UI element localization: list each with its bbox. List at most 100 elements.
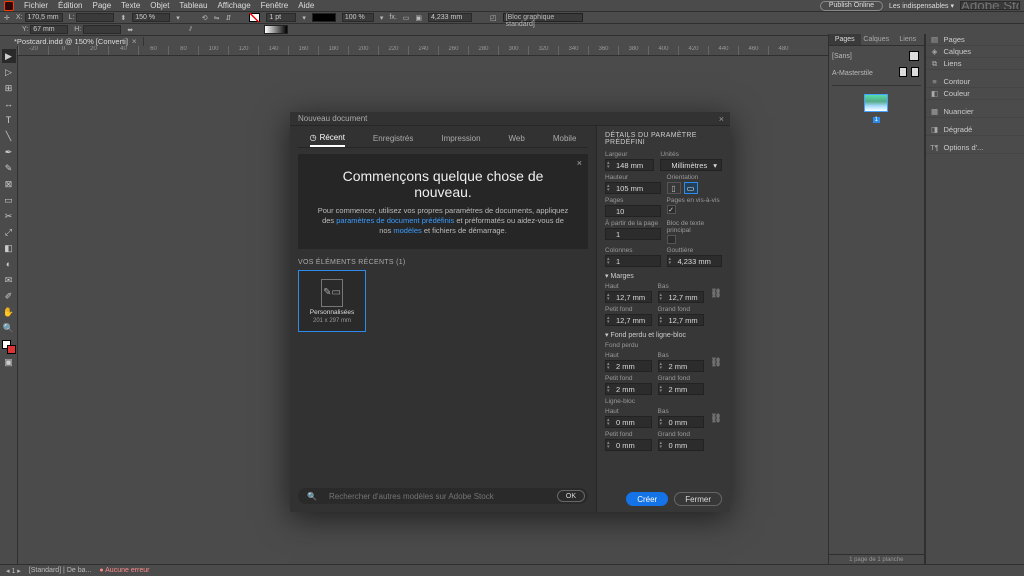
page-thumbnail-1[interactable]: [864, 94, 888, 112]
gradient-swatch[interactable]: [264, 25, 288, 34]
preflight-status[interactable]: ● Aucune erreur: [99, 567, 149, 574]
start-page-input[interactable]: 1: [605, 228, 661, 240]
bleed-inside[interactable]: ▴▾2 mm: [605, 383, 652, 395]
wrap-offset[interactable]: [428, 13, 472, 22]
preview-mode-toggle[interactable]: ▣: [2, 355, 16, 369]
bleed-bottom[interactable]: ▴▾2 mm: [658, 360, 705, 372]
height-input[interactable]: ▴▾105 mm: [605, 182, 661, 194]
fill-swatch[interactable]: [249, 13, 260, 22]
scissors-tool[interactable]: ✂: [2, 209, 16, 223]
y-field[interactable]: [30, 25, 68, 34]
rectangle-tool[interactable]: ▭: [2, 193, 16, 207]
color-swatch[interactable]: [2, 340, 16, 354]
panel-gradient-btn[interactable]: ◨Dégradé: [926, 124, 1024, 136]
menu-file[interactable]: Fichier: [24, 1, 48, 10]
zoom-tool[interactable]: 🔍: [2, 321, 16, 335]
rotate-icon[interactable]: ⟲: [202, 14, 208, 22]
gutter-input[interactable]: ▴▾4,233 mm: [667, 255, 723, 267]
hero-close-icon[interactable]: ×: [577, 158, 582, 168]
create-button[interactable]: Créer: [626, 492, 668, 506]
hero-link-presets[interactable]: paramètres de document prédéfinis: [336, 216, 454, 225]
cat-saved[interactable]: Enregistrés: [373, 134, 413, 146]
stroke-weight[interactable]: [266, 13, 296, 22]
free-transform-tool[interactable]: ⤢: [2, 225, 16, 239]
flip-v-icon[interactable]: ⇵: [225, 14, 231, 22]
menu-text[interactable]: Texte: [121, 1, 140, 10]
h-field[interactable]: [83, 25, 121, 34]
hand-tool[interactable]: ✋: [2, 305, 16, 319]
margin-inside[interactable]: ▴▾12,7 mm: [605, 314, 652, 326]
width-input[interactable]: ▴▾148 mm: [605, 159, 654, 171]
link-margins-icon[interactable]: ⛓: [710, 288, 722, 299]
pencil-tool[interactable]: ✎: [2, 161, 16, 175]
menu-table[interactable]: Tableau: [179, 1, 207, 10]
status-page[interactable]: ◂ 1 ▸: [6, 567, 21, 575]
menu-view[interactable]: Affichage: [217, 1, 250, 10]
slug-bottom[interactable]: ▴▾0 mm: [658, 416, 705, 428]
margin-outside[interactable]: ▴▾12,7 mm: [658, 314, 705, 326]
menu-page[interactable]: Page: [92, 1, 111, 10]
menu-window[interactable]: Fenêtre: [261, 1, 289, 10]
hero-link-templates[interactable]: modèles: [393, 226, 421, 235]
tab-links[interactable]: Liens: [892, 34, 924, 45]
menu-edit[interactable]: Édition: [58, 1, 82, 10]
panel-links-btn[interactable]: ⧉Liens: [926, 58, 1024, 70]
orientation-landscape[interactable]: ▭: [684, 182, 698, 194]
flip-h-icon[interactable]: ⇋: [214, 14, 220, 22]
cat-mobile[interactable]: Mobile: [553, 134, 577, 146]
note-tool[interactable]: ✉: [2, 273, 16, 287]
dialog-close-icon[interactable]: ×: [719, 112, 724, 126]
stock-search-input[interactable]: [960, 1, 1020, 10]
gradient-feather-tool[interactable]: ◐: [2, 257, 16, 271]
primary-text-frame-checkbox[interactable]: [667, 235, 676, 244]
menu-help[interactable]: Aide: [298, 1, 314, 10]
object-style-select[interactable]: [Bloc graphique standard]: [503, 13, 583, 22]
w-field[interactable]: [76, 13, 114, 22]
page-tool[interactable]: ⊞: [2, 81, 16, 95]
stock-template-search[interactable]: [323, 492, 551, 501]
close-tab-icon[interactable]: ×: [132, 37, 137, 46]
corner-icon[interactable]: ◰: [490, 14, 497, 22]
x-field[interactable]: [25, 13, 63, 22]
cat-recent[interactable]: ◷Récent: [310, 133, 345, 147]
slug-outside[interactable]: ▴▾0 mm: [658, 439, 705, 451]
tab-pages[interactable]: Pages: [829, 34, 861, 45]
bleed-outside[interactable]: ▴▾2 mm: [658, 383, 705, 395]
master-a[interactable]: A-Masterstile: [832, 65, 921, 81]
panel-swatches-btn[interactable]: ▦Nuancier: [926, 106, 1024, 118]
panel-options-btn[interactable]: T¶Options d'...: [926, 142, 1024, 154]
link-slug-icon[interactable]: ⛓: [710, 413, 722, 424]
stroke-style-swatch[interactable]: [312, 13, 336, 22]
document-tab[interactable]: *Postcard.indd @ 150% [Converti] ×: [8, 37, 144, 46]
panel-pages-btn[interactable]: ▤Pages: [926, 34, 1024, 46]
units-select[interactable]: Millimètres▾: [660, 159, 722, 171]
link-bleed-icon[interactable]: ⛓: [710, 357, 722, 368]
close-button[interactable]: Fermer: [674, 492, 722, 506]
eyedropper-tool[interactable]: ✐: [2, 289, 16, 303]
panel-stroke-btn[interactable]: ≡Contour: [926, 76, 1024, 88]
gap-tool[interactable]: ↔: [2, 97, 16, 111]
bleed-disclosure[interactable]: Fond perdu et ligne-bloc: [605, 331, 722, 339]
status-view[interactable]: [Standard] | De ba...: [29, 567, 92, 574]
gradient-swatch-tool[interactable]: ◧: [2, 241, 16, 255]
preset-custom[interactable]: ✎▭ Personnalisées 201 x 297 mm: [298, 270, 366, 332]
slug-top[interactable]: ▴▾0 mm: [605, 416, 652, 428]
margin-bottom[interactable]: ▴▾12,7 mm: [658, 291, 705, 303]
orientation-portrait[interactable]: ▯: [667, 182, 681, 194]
rectangle-frame-tool[interactable]: ⊠: [2, 177, 16, 191]
master-none[interactable]: [Sans]: [832, 49, 921, 63]
slug-inside[interactable]: ▴▾0 mm: [605, 439, 652, 451]
direct-selection-tool[interactable]: ▷: [2, 65, 16, 79]
type-tool[interactable]: T: [2, 113, 16, 127]
opacity-field[interactable]: [342, 13, 374, 22]
cat-print[interactable]: Impression: [441, 134, 480, 146]
margin-top[interactable]: ▴▾12,7 mm: [605, 291, 652, 303]
publish-online-button[interactable]: Publish Online: [820, 1, 883, 11]
line-tool[interactable]: ╲: [2, 129, 16, 143]
columns-input[interactable]: ▴▾1: [605, 255, 661, 267]
pages-input[interactable]: 10: [605, 205, 661, 217]
facing-pages-checkbox[interactable]: ✓: [667, 205, 676, 214]
cat-web[interactable]: Web: [509, 134, 525, 146]
panel-color-btn[interactable]: ◧Couleur: [926, 88, 1024, 100]
selection-tool[interactable]: ▶: [2, 49, 16, 63]
